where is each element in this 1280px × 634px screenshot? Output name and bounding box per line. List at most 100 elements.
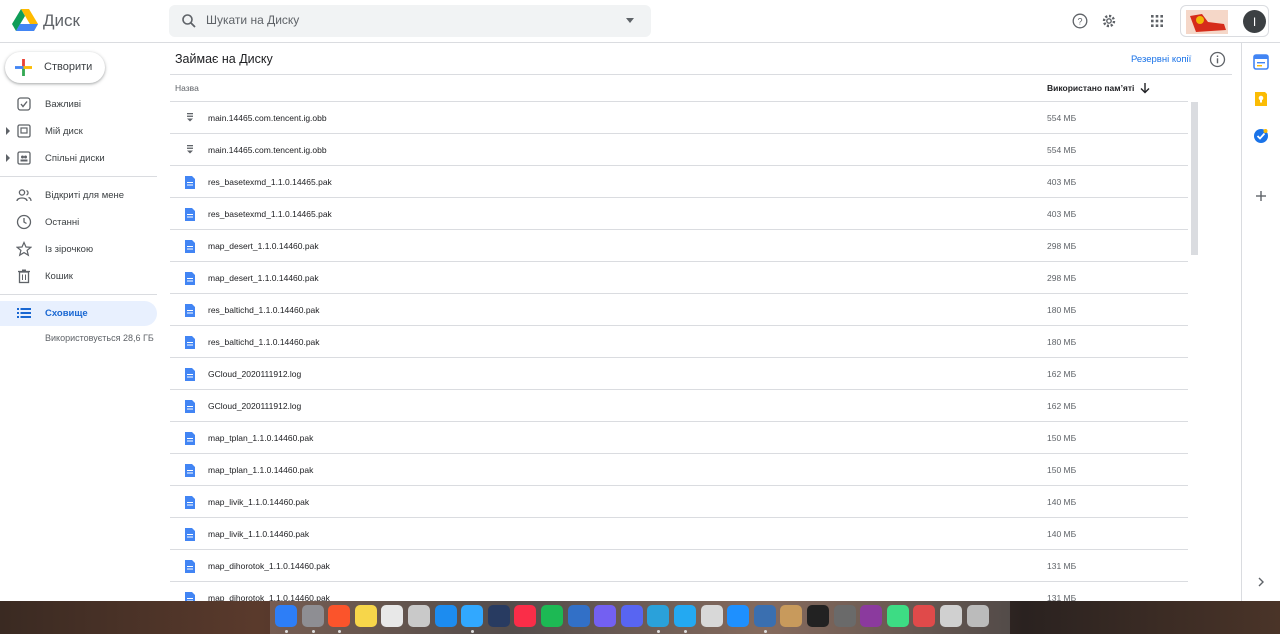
search-options-icon[interactable] [626,18,634,23]
file-name[interactable]: res_basetexmd_1.1.0.14465.pak [208,209,332,219]
help-icon[interactable]: ? [1069,10,1091,32]
file-name[interactable]: res_basetexmd_1.1.0.14465.pak [208,177,332,187]
dock-app-icon[interactable] [567,605,590,627]
table-row[interactable]: res_baltichd_1.1.0.14460.pak 180 МБ [170,294,1188,326]
table-row[interactable]: map_desert_1.1.0.14460.pak 298 МБ [170,230,1188,262]
dock-app-icon[interactable] [753,605,776,627]
keep-icon[interactable] [1253,91,1269,107]
document-file-icon [185,336,195,349]
search-icon[interactable] [181,13,197,29]
expand-arrow-icon[interactable] [6,127,10,135]
dock-app-icon[interactable] [275,605,297,627]
apps-grid-icon[interactable] [1146,10,1168,32]
file-name[interactable]: map_desert_1.1.0.14460.pak [208,241,319,251]
table-row[interactable]: map_dihorotok_1.1.0.14460.pak 131 МБ [170,582,1188,601]
file-name[interactable]: main.14465.com.tencent.ig.obb [208,113,327,123]
table-row[interactable]: map_tplan_1.1.0.14460.pak 150 МБ [170,454,1188,486]
file-name[interactable]: map_dihorotok_1.1.0.14460.pak [208,561,330,571]
dock-app-icon[interactable] [780,605,803,627]
table-row[interactable]: main.14465.com.tencent.ig.obb 554 МБ [170,102,1188,134]
sidebar-item-shared-with-me[interactable]: Відкриті для мене [0,183,157,208]
star-icon [16,241,32,257]
settings-gear-icon[interactable] [1098,10,1120,32]
table-row[interactable]: map_livik_1.1.0.14460.pak 140 МБ [170,518,1188,550]
table-row[interactable]: GCloud_2020111912.log 162 МБ [170,390,1188,422]
tasks-icon[interactable] [1253,128,1269,144]
table-row[interactable]: map_livik_1.1.0.14460.pak 140 МБ [170,486,1188,518]
chevron-right-icon[interactable] [1253,574,1269,590]
dock-app-icon[interactable] [700,605,723,627]
dock-app-icon[interactable] [408,605,430,627]
create-button[interactable]: Створити [5,52,105,83]
sidebar-item-priority[interactable]: Важливі [0,92,157,117]
dock-app-icon[interactable] [860,605,883,627]
dock-app-icon[interactable] [727,605,750,627]
column-header-storage-used[interactable]: Використано пам’яті [1047,83,1134,93]
table-row[interactable]: map_dihorotok_1.1.0.14460.pak 131 МБ [170,550,1188,582]
sidebar-item-recent[interactable]: Останні [0,210,157,235]
drive-logo-icon[interactable] [12,9,38,33]
avatar[interactable]: I [1243,10,1266,33]
search-bar[interactable]: Шукати на Диску [169,5,651,37]
sidebar-item-label: Відкриті для мене [45,190,125,201]
shared-drives-icon [17,151,31,165]
table-row[interactable]: res_basetexmd_1.1.0.14465.pak 403 МБ [170,198,1188,230]
file-name[interactable]: GCloud_2020111912.log [208,401,301,411]
file-name[interactable]: main.14465.com.tencent.ig.obb [208,145,327,155]
dock-app-icon[interactable] [913,605,936,627]
file-name[interactable]: map_desert_1.1.0.14460.pak [208,273,319,283]
sidebar-item-my-drive[interactable]: Мій диск [0,119,157,144]
dock-app-icon[interactable] [620,605,643,627]
dock-app-icon[interactable] [674,605,696,627]
table-row[interactable]: main.14465.com.tencent.ig.obb 554 МБ [170,134,1188,166]
sidebar-item-storage[interactable]: Сховище [0,301,157,326]
sort-descending-arrow-icon[interactable] [1139,82,1151,94]
dock-app-icon[interactable] [940,605,962,627]
dock-app-icon[interactable] [461,605,484,627]
sidebar: Створити Важливі Мій диск Спільні диски … [0,43,162,601]
dock-app-icon[interactable] [354,605,377,627]
dock-app-icon[interactable] [514,605,537,627]
dock-app-icon[interactable] [594,605,617,627]
calendar-icon[interactable] [1253,54,1269,70]
table-header: Назва Використано пам’яті [170,75,1188,102]
table-row[interactable]: GCloud_2020111912.log 162 МБ [170,358,1188,390]
table-row[interactable]: map_desert_1.1.0.14460.pak 298 МБ [170,262,1188,294]
scrollbar-thumb[interactable] [1191,102,1198,255]
dock-app-icon[interactable] [434,605,457,627]
add-addon-plus-icon[interactable] [1253,188,1269,204]
file-name[interactable]: map_tplan_1.1.0.14460.pak [208,465,313,475]
dock-app-icon[interactable] [301,605,324,627]
table-row[interactable]: res_baltichd_1.1.0.14460.pak 180 МБ [170,326,1188,358]
dock-app-icon[interactable] [381,605,404,627]
table-row[interactable]: res_basetexmd_1.1.0.14465.pak 403 МБ [170,166,1188,198]
expand-arrow-icon[interactable] [6,154,10,162]
dock-app-icon[interactable] [541,605,563,627]
info-icon[interactable] [1209,51,1226,68]
account-area[interactable]: I [1180,5,1269,37]
backups-link[interactable]: Резервні копії [1131,54,1191,65]
search-input[interactable]: Шукати на Диску [206,13,299,27]
file-name[interactable]: res_baltichd_1.1.0.14460.pak [208,337,320,347]
file-name[interactable]: GCloud_2020111912.log [208,369,301,379]
file-name[interactable]: map_dihorotok_1.1.0.14460.pak [208,593,330,601]
dock-app-icon[interactable] [833,605,856,627]
app-name[interactable]: Диск [43,11,80,31]
file-name[interactable]: map_tplan_1.1.0.14460.pak [208,433,313,443]
dock-app-icon[interactable] [487,605,510,627]
file-name[interactable]: res_baltichd_1.1.0.14460.pak [208,305,320,315]
table-row[interactable]: map_tplan_1.1.0.14460.pak 150 МБ [170,422,1188,454]
sidebar-item-starred[interactable]: Із зірочкою [0,237,157,262]
dock-app-icon[interactable] [886,605,909,627]
file-size: 162 МБ [1047,369,1077,379]
dock-app-icon[interactable] [647,605,670,627]
sidebar-item-shared-drives[interactable]: Спільні диски [0,146,157,171]
file-name[interactable]: map_livik_1.1.0.14460.pak [208,529,309,539]
file-name[interactable]: map_livik_1.1.0.14460.pak [208,497,309,507]
sidebar-item-trash[interactable]: Кошик [0,264,157,289]
dock-app-icon[interactable] [966,605,989,627]
dock-app-icon[interactable] [807,605,829,627]
column-header-name[interactable]: Назва [175,83,199,93]
file-size: 298 МБ [1047,241,1077,251]
dock-app-icon[interactable] [328,605,351,627]
